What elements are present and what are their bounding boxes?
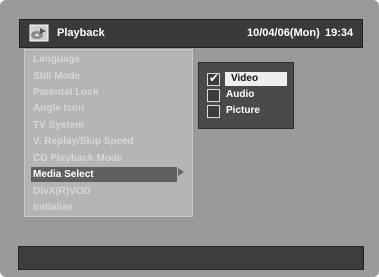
- menu-item-replay-skip-speed[interactable]: V. Replay/Skip Speed: [33, 134, 134, 149]
- video-checkbox[interactable]: ✔: [207, 71, 220, 86]
- menu-item-language[interactable]: Language: [33, 52, 80, 67]
- menu-item-tv-system[interactable]: TV System: [33, 118, 84, 133]
- option-picture-label: Picture: [226, 105, 260, 116]
- audio-checkbox[interactable]: [207, 89, 220, 102]
- menu-item-angle-icon[interactable]: Angle Icon: [33, 101, 84, 116]
- menu-item-still-mode[interactable]: Still Mode: [33, 69, 80, 84]
- date-display: 10/04/06(Mon): [247, 27, 320, 39]
- osd-screen: Playback 10/04/06(Mon) 19:34 Language St…: [0, 0, 379, 277]
- picture-checkbox[interactable]: [207, 105, 220, 118]
- time-display: 19:34: [325, 27, 354, 39]
- option-audio-label: Audio: [226, 89, 255, 100]
- header-bar: Playback 10/04/06(Mon) 19:34: [19, 19, 363, 48]
- menu-item-divx-vod[interactable]: DivX(R)VOD: [33, 184, 91, 199]
- menu-item-media-select[interactable]: Media Select: [31, 167, 177, 182]
- playback-disc-icon: [29, 24, 49, 42]
- menu-item-parental-lock[interactable]: Parental Lock: [33, 85, 99, 100]
- menu-item-initialise[interactable]: Initialise: [33, 200, 73, 215]
- checkmark-icon: ✔: [209, 71, 220, 85]
- option-video-label: Video: [225, 72, 287, 86]
- submenu-arrow-icon: [178, 168, 184, 176]
- page-title: Playback: [57, 27, 105, 39]
- menu-item-cd-playback-mode[interactable]: CD Playback Mode: [33, 151, 122, 166]
- settings-menu: Language Still Mode Parental Lock Angle …: [24, 49, 193, 217]
- status-bar: [18, 246, 364, 270]
- media-select-submenu: ✔ Video Audio Picture: [198, 62, 294, 129]
